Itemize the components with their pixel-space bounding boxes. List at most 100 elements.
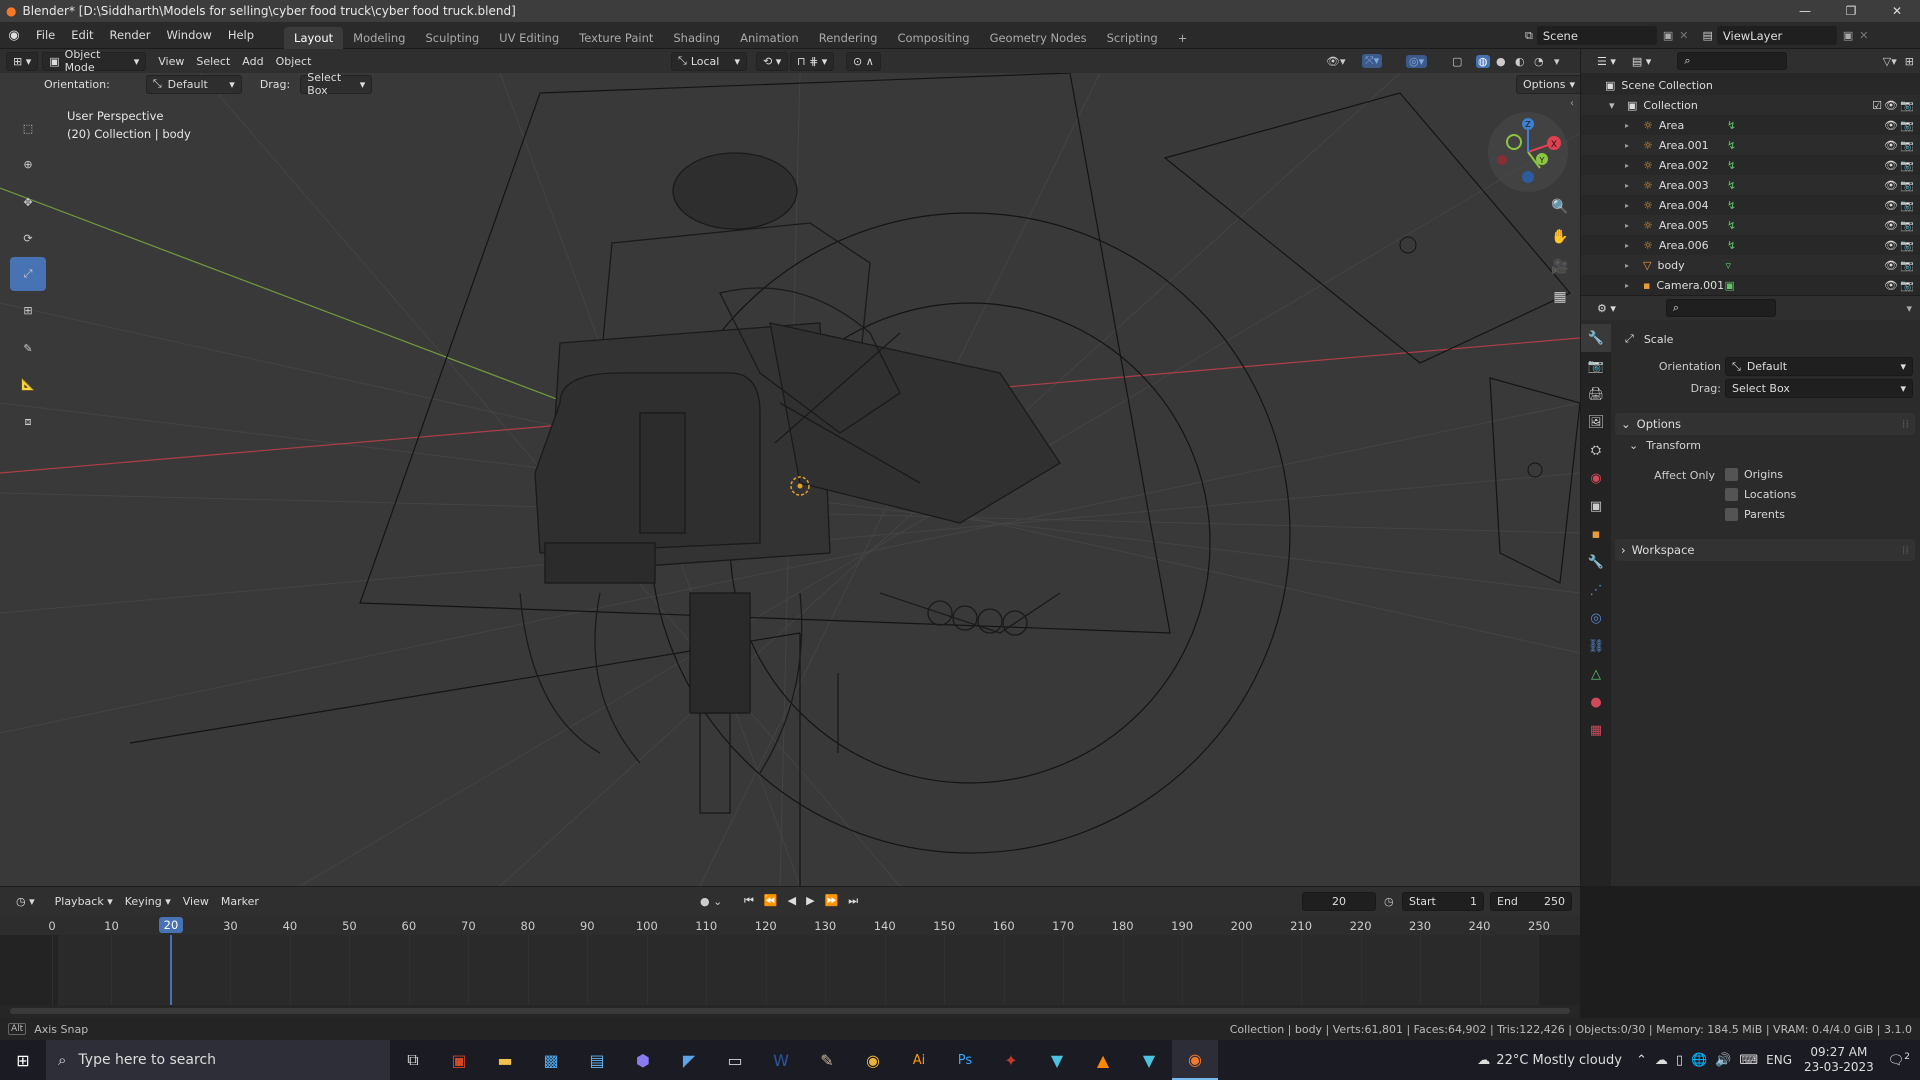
battery-icon[interactable]: ▯ [1676, 1053, 1683, 1068]
app-window-icon[interactable]: ▭ [712, 1040, 758, 1080]
app-tool-icon[interactable]: ✎ [804, 1040, 850, 1080]
marker-menu[interactable]: Marker [215, 895, 265, 908]
locations-checkbox[interactable]: Locations [1725, 488, 1796, 501]
light-data-icon[interactable]: ↯ [1727, 219, 1736, 232]
photos-icon[interactable]: ▩ [528, 1040, 574, 1080]
menu-object[interactable]: Object [270, 55, 318, 68]
timeline-scrollbar[interactable] [10, 1008, 1570, 1014]
move-tool[interactable]: ✥ [10, 185, 46, 219]
view-layer-tab-icon[interactable]: 🖼 [1581, 408, 1611, 436]
origins-checkbox-box[interactable] [1725, 468, 1738, 481]
prev-keyframe-icon[interactable]: ⏪ [764, 894, 778, 908]
file-explorer-icon[interactable]: ▬ [482, 1040, 528, 1080]
visibility-icon[interactable]: 👁▾ [1326, 55, 1346, 68]
camera-render-icon[interactable]: 📷 [1900, 159, 1914, 172]
show-hidden-icons[interactable]: ⌃ [1636, 1053, 1647, 1068]
eye-icon[interactable]: 👁 [1884, 119, 1898, 132]
camera-render-icon[interactable]: 📷 [1900, 99, 1914, 112]
expand-chevron-icon[interactable]: ▸ [1625, 181, 1637, 190]
tab-shading[interactable]: Shading [663, 27, 730, 49]
playhead-frame-badge[interactable]: 20 [158, 917, 183, 933]
end-frame-field[interactable]: End 250 [1490, 891, 1572, 911]
tab-layout[interactable]: Layout [284, 26, 344, 49]
remove-view-layer-icon[interactable]: ✕ [1859, 29, 1868, 42]
transform-orientation-selector[interactable]: ⤡ Local ▾ [671, 51, 747, 71]
keying-menu[interactable]: Keying ▾ [119, 895, 177, 908]
rendered-shading-button[interactable]: ◔ [1534, 55, 1544, 68]
outliner-item[interactable]: ▸ ☼ Area.006 ↯ 👁 📷 [1581, 235, 1920, 255]
menu-help[interactable]: Help [220, 22, 262, 49]
menu-window[interactable]: Window [158, 22, 219, 49]
timeline-view-menu[interactable]: View [177, 895, 215, 908]
playhead-line[interactable] [169, 935, 172, 1005]
timeline-ruler[interactable]: 0 10 20 30 40 50 60 70 80 90 100 110 120 130 140 150 160… [0, 915, 1580, 935]
camera-render-icon[interactable]: 📷 [1900, 119, 1914, 132]
particles-tab-icon[interactable]: ⋰ [1581, 576, 1611, 604]
jump-end-icon[interactable]: ⏭ [848, 894, 858, 908]
store-icon[interactable]: ▤ [574, 1040, 620, 1080]
camera-render-icon[interactable]: 📷 [1900, 179, 1914, 192]
menu-render[interactable]: Render [102, 22, 159, 49]
tool-tab-icon[interactable]: 🔧 [1581, 324, 1611, 352]
eye-icon[interactable]: 👁 [1884, 159, 1898, 172]
timeline-editor-type-button[interactable]: ◷ ▾ [10, 891, 41, 911]
weather-icon[interactable]: ☁ [1477, 1053, 1490, 1068]
view-layer-selector[interactable]: ViewLayer [1716, 26, 1837, 45]
camera-render-icon[interactable]: 📷 [1900, 239, 1914, 252]
powerpoint-icon[interactable]: ▣ [436, 1040, 482, 1080]
transform-subpanel-header[interactable]: ⌄ Transform [1629, 439, 1701, 452]
solid-shading-button[interactable]: ● [1496, 55, 1506, 68]
measure-tool[interactable]: 📐 [10, 367, 46, 401]
photoshop-icon[interactable]: Ps [942, 1040, 988, 1080]
material-tab-icon[interactable]: ● [1581, 688, 1611, 716]
tab-modeling[interactable]: Modeling [343, 27, 415, 49]
onedrive-icon[interactable]: ☁ [1655, 1053, 1668, 1068]
pivot-point-button[interactable]: ⟲ ▾ [756, 51, 789, 71]
wireframe-shading-button[interactable]: ◍ [1476, 54, 1490, 68]
notifications-icon[interactable]: 🗨2 [1888, 1052, 1910, 1068]
navigation-gizmo[interactable]: X Y Z [1486, 110, 1570, 194]
camera-render-icon[interactable]: 📷 [1900, 279, 1914, 292]
camera-view-icon[interactable]: 🎥 [1548, 255, 1572, 279]
expand-chevron-icon[interactable]: ▸ [1625, 201, 1637, 210]
vlc-icon[interactable]: ▲ [1080, 1040, 1126, 1080]
menu-view[interactable]: View [152, 55, 190, 68]
orientation-selector[interactable]: ⤡ Default ▾ [145, 74, 242, 94]
network-icon[interactable]: 🌐 [1691, 1053, 1707, 1068]
clock[interactable]: 09:27 AM 23-03-2023 [1804, 1045, 1874, 1075]
weather-text[interactable]: 22°C Mostly cloudy [1496, 1053, 1622, 1068]
snap-toggle[interactable]: ⊓ ⋕ ▾ [790, 51, 835, 71]
play-reverse-icon[interactable]: ◀ [788, 894, 796, 908]
display-mode-button[interactable]: ▤ ▾ [1625, 51, 1658, 71]
select-box-tool[interactable]: ⬚ [10, 111, 46, 145]
light-data-icon[interactable]: ↯ [1727, 239, 1736, 252]
outliner-item[interactable]: ▸ ▪ Camera.001 ▣ 👁 📷 [1581, 275, 1920, 295]
app-red-blue-icon[interactable]: ✦ [988, 1040, 1034, 1080]
outliner-item[interactable]: ▸ ☼ Area.001 ↯ 👁 📷 [1581, 135, 1920, 155]
viewport-canvas[interactable] [0, 73, 1580, 886]
windows-start-icon[interactable]: ⊞ [0, 1040, 46, 1080]
outliner-editor-type-button[interactable]: ☰ ▾ [1591, 51, 1622, 71]
keyboard-icon[interactable]: ⌨ [1739, 1053, 1758, 1068]
timeline-body[interactable] [0, 935, 1580, 1005]
origins-checkbox[interactable]: Origins [1725, 468, 1783, 481]
remove-scene-icon[interactable]: ✕ [1679, 29, 1688, 42]
modifiers-tab-icon[interactable]: 🔧 [1581, 548, 1611, 576]
close-button[interactable]: ✕ [1874, 0, 1920, 22]
shading-options-button[interactable]: ▾ [1554, 55, 1560, 68]
output-tab-icon[interactable]: 🖨 [1581, 380, 1611, 408]
data-tab-icon[interactable]: △ [1581, 660, 1611, 688]
eye-icon[interactable]: 👁 [1884, 219, 1898, 232]
eye-icon[interactable]: 👁 [1884, 179, 1898, 192]
collection-tab-icon[interactable]: ▣ [1581, 492, 1611, 520]
options-panel-header[interactable]: ⌄ Options ⁞⁞ [1615, 413, 1915, 435]
tab-sculpting[interactable]: Sculpting [415, 27, 489, 49]
menu-edit[interactable]: Edit [63, 22, 101, 49]
illustrator-icon[interactable]: Ai [896, 1040, 942, 1080]
expand-chevron-icon[interactable]: ▸ [1625, 281, 1637, 290]
prop-drag-selector[interactable]: Select Box ▾ [1725, 379, 1913, 398]
outliner-item[interactable]: ▸ ☼ Area.002 ↯ 👁 📷 [1581, 155, 1920, 175]
texture-tab-icon[interactable]: ▦ [1581, 716, 1611, 744]
eye-icon[interactable]: 👁 [1884, 259, 1898, 272]
exclude-checkbox[interactable]: ☑ [1872, 99, 1882, 112]
